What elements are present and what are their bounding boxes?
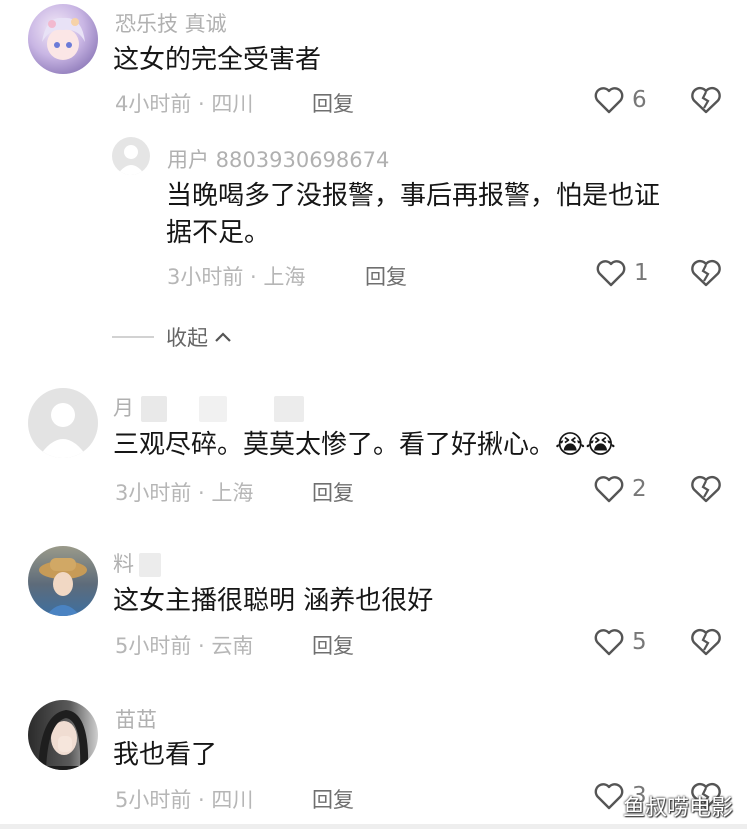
heart-icon bbox=[594, 783, 624, 810]
comment-meta: 5小时前 · 云南 bbox=[115, 630, 253, 660]
like-button[interactable]: 2 bbox=[594, 475, 647, 503]
comment-meta: 5小时前 · 四川 bbox=[115, 784, 253, 814]
username-text: 料 bbox=[113, 552, 134, 576]
reply-text-line2: 据不足。 bbox=[166, 218, 271, 248]
comment-location: 上海 bbox=[211, 481, 254, 505]
avatar[interactable] bbox=[112, 137, 150, 175]
watermark: 鱼叔唠电影 bbox=[622, 796, 733, 821]
comment-text-body: 三观尽碎。莫莫太惨了。看了好揪心。 bbox=[113, 430, 556, 460]
broken-heart-icon bbox=[691, 86, 721, 114]
meta-separator: · bbox=[191, 634, 212, 658]
comment-username[interactable]: 料 bbox=[113, 548, 161, 578]
blurred-name-block bbox=[199, 396, 228, 422]
like-count: 2 bbox=[632, 476, 647, 502]
reply-text-line1: 当晚喝多了没报警，事后再报警，怕是也证 bbox=[166, 181, 661, 211]
avatar[interactable] bbox=[28, 546, 98, 616]
reply-username[interactable]: 用户 8803930698674 bbox=[167, 144, 389, 174]
reply-button[interactable]: 回复 bbox=[312, 88, 354, 118]
comment-text: 三观尽碎。莫莫太惨了。看了好揪心。😭😭 bbox=[113, 425, 616, 466]
username-text: 月 bbox=[113, 396, 134, 420]
avatar[interactable] bbox=[28, 388, 98, 458]
avatar-anime-icon bbox=[42, 17, 85, 60]
like-button[interactable]: 6 bbox=[594, 86, 647, 114]
heart-icon bbox=[594, 629, 624, 656]
like-count: 5 bbox=[632, 629, 647, 655]
meta-separator: · bbox=[243, 265, 264, 289]
comment-text: 这女主播很聪明 涵养也很好 bbox=[113, 586, 434, 616]
comment-username[interactable]: 苗茁 bbox=[115, 704, 157, 734]
comment-location: 四川 bbox=[211, 92, 254, 116]
reply-button[interactable]: 回复 bbox=[312, 784, 354, 814]
comment-time: 5小时前 bbox=[115, 634, 192, 658]
meta-separator: · bbox=[191, 92, 212, 116]
comment-meta: 4小时前 · 四川 bbox=[115, 88, 253, 118]
comment-location: 四川 bbox=[211, 788, 254, 812]
avatar[interactable] bbox=[28, 700, 98, 770]
avatar-photo-icon bbox=[37, 709, 89, 770]
reply-location: 上海 bbox=[263, 265, 306, 289]
default-user-icon bbox=[117, 145, 145, 175]
like-button[interactable]: 1 bbox=[596, 259, 649, 287]
like-count: 1 bbox=[634, 260, 649, 286]
broken-heart-icon bbox=[691, 475, 721, 503]
blurred-name-block bbox=[274, 396, 305, 422]
comment-text: 这女的完全受害者 bbox=[113, 45, 322, 75]
reply-meta: 3小时前 · 上海 bbox=[167, 261, 305, 291]
blurred-name-block bbox=[140, 396, 167, 422]
comment-username[interactable]: 月 bbox=[113, 392, 305, 422]
divider-line bbox=[112, 336, 154, 338]
comment-time: 4小时前 bbox=[115, 92, 192, 116]
bottom-divider bbox=[0, 824, 747, 829]
dislike-button[interactable] bbox=[690, 628, 722, 660]
heart-icon bbox=[594, 87, 624, 114]
dislike-button[interactable] bbox=[690, 475, 722, 507]
reply-button[interactable]: 回复 bbox=[312, 477, 354, 507]
crying-emoji-icon: 😭😭 bbox=[555, 430, 616, 460]
comment-text: 我也看了 bbox=[113, 740, 218, 770]
heart-icon bbox=[594, 476, 624, 503]
comment-time: 5小时前 bbox=[115, 788, 192, 812]
comment-time: 3小时前 bbox=[115, 481, 192, 505]
default-user-icon bbox=[38, 403, 88, 458]
comment-location: 云南 bbox=[211, 634, 254, 658]
collapse-replies-button[interactable]: 收起 bbox=[112, 322, 234, 352]
like-button[interactable]: 5 bbox=[594, 628, 647, 656]
avatar[interactable] bbox=[28, 4, 98, 74]
reply-button[interactable]: 回复 bbox=[312, 630, 354, 660]
avatar-photo-icon bbox=[39, 558, 87, 616]
broken-heart-icon bbox=[691, 628, 721, 656]
comment-username[interactable]: 恐乐技 真诚 bbox=[115, 8, 227, 38]
like-count: 6 bbox=[632, 87, 647, 113]
collapse-label: 收起 bbox=[166, 326, 208, 350]
broken-heart-icon bbox=[691, 259, 721, 287]
dislike-button[interactable] bbox=[690, 86, 722, 118]
comment-meta: 3小时前 · 上海 bbox=[115, 477, 253, 507]
reply-button[interactable]: 回复 bbox=[365, 261, 407, 291]
meta-separator: · bbox=[191, 788, 212, 812]
heart-icon bbox=[596, 260, 626, 287]
chevron-up-icon bbox=[215, 332, 231, 342]
meta-separator: · bbox=[191, 481, 212, 505]
blurred-name-block bbox=[138, 553, 161, 577]
dislike-button[interactable] bbox=[690, 259, 722, 291]
reply-time: 3小时前 bbox=[167, 265, 244, 289]
